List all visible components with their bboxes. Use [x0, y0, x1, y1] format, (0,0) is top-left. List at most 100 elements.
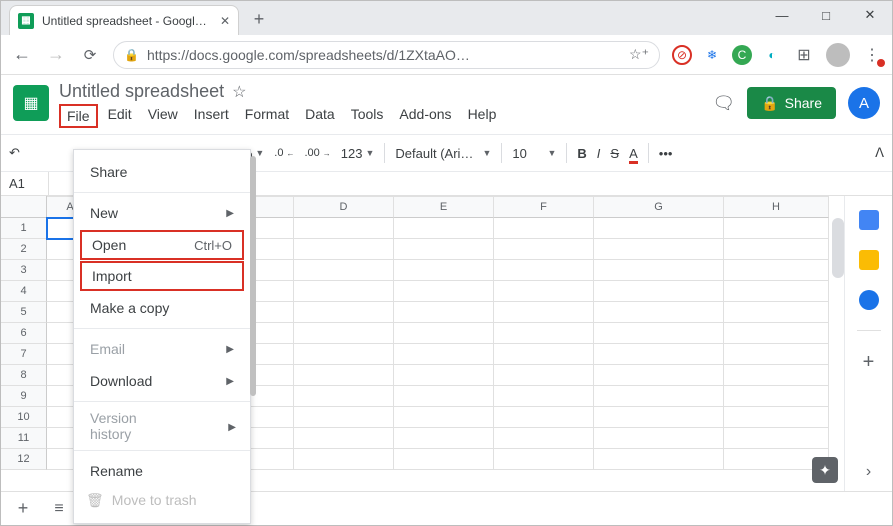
extension-icon-2[interactable]: ❄ — [702, 45, 722, 65]
cell[interactable] — [394, 407, 494, 428]
row-header[interactable]: 3 — [1, 260, 47, 281]
browser-tab[interactable]: ▦ Untitled spreadsheet - Google Sh ✕ — [9, 5, 239, 35]
menu-rename[interactable]: Rename — [74, 455, 250, 487]
bookmark-star-icon[interactable]: ☆⁺ — [629, 46, 649, 63]
cell[interactable] — [394, 386, 494, 407]
cell[interactable] — [724, 218, 829, 239]
cell[interactable] — [594, 260, 724, 281]
cell[interactable] — [394, 449, 494, 470]
decrease-decimal-button[interactable]: .0← — [274, 147, 294, 159]
doc-title[interactable]: Untitled spreadsheet — [59, 81, 224, 102]
cell[interactable] — [494, 323, 594, 344]
cell[interactable] — [394, 323, 494, 344]
cell[interactable] — [724, 323, 829, 344]
menu-view[interactable]: View — [142, 104, 184, 128]
menu-email[interactable]: Email▶ — [74, 333, 250, 365]
cell[interactable] — [294, 365, 394, 386]
cell[interactable] — [724, 428, 829, 449]
share-button[interactable]: 🔒 Share — [747, 87, 836, 119]
cell[interactable] — [594, 449, 724, 470]
add-addon-button[interactable]: + — [863, 351, 875, 374]
account-avatar[interactable]: A — [848, 87, 880, 119]
font-size-dropdown[interactable]: 10▼ — [512, 146, 556, 161]
undo-button[interactable]: ↶ — [9, 145, 20, 161]
menu-import[interactable]: Import — [80, 261, 244, 291]
increase-decimal-button[interactable]: .00→ — [304, 147, 330, 159]
back-button[interactable]: ← — [11, 44, 33, 65]
menu-format[interactable]: Format — [239, 104, 295, 128]
keep-icon[interactable] — [859, 250, 879, 270]
menu-edit[interactable]: Edit — [102, 104, 138, 128]
cell[interactable] — [594, 323, 724, 344]
cell[interactable] — [594, 386, 724, 407]
cell[interactable] — [394, 365, 494, 386]
tasks-icon[interactable] — [859, 290, 879, 310]
select-all-corner[interactable] — [1, 196, 47, 218]
cell[interactable] — [394, 239, 494, 260]
row-header[interactable]: 10 — [1, 407, 47, 428]
sheets-logo-icon[interactable]: ▦ — [13, 85, 49, 121]
hide-side-panel-icon[interactable]: › — [866, 463, 871, 481]
menu-open[interactable]: OpenCtrl+O — [80, 230, 244, 260]
cell[interactable] — [594, 344, 724, 365]
cell[interactable] — [394, 218, 494, 239]
column-header[interactable]: G — [594, 196, 724, 218]
cell[interactable] — [724, 407, 829, 428]
row-header[interactable]: 4 — [1, 281, 47, 302]
url-field[interactable]: 🔒 https://docs.google.com/spreadsheets/d… — [113, 41, 660, 69]
cell[interactable] — [294, 281, 394, 302]
row-header[interactable]: 5 — [1, 302, 47, 323]
text-color-button[interactable]: A — [629, 146, 638, 161]
menu-make-copy[interactable]: Make a copy — [74, 292, 250, 324]
close-tab-icon[interactable]: ✕ — [220, 14, 230, 28]
row-header[interactable]: 1 — [1, 218, 47, 239]
cell[interactable] — [594, 281, 724, 302]
column-header[interactable]: F — [494, 196, 594, 218]
cell[interactable] — [724, 239, 829, 260]
vertical-scrollbar[interactable] — [832, 218, 844, 278]
add-sheet-button[interactable]: + — [9, 495, 37, 523]
bold-button[interactable]: B — [577, 146, 586, 161]
cell[interactable] — [494, 281, 594, 302]
menu-tools[interactable]: Tools — [345, 104, 390, 128]
cell[interactable] — [494, 302, 594, 323]
cell[interactable] — [494, 218, 594, 239]
calendar-icon[interactable] — [859, 210, 879, 230]
extension-icon-4[interactable]: ◐ — [762, 45, 782, 65]
maximize-button[interactable]: □ — [804, 1, 848, 29]
cell[interactable] — [494, 239, 594, 260]
new-tab-button[interactable]: + — [245, 5, 273, 33]
toolbar-collapse-icon[interactable]: ᐱ — [875, 145, 884, 161]
star-icon[interactable]: ☆ — [232, 82, 246, 102]
cell[interactable] — [594, 407, 724, 428]
number-format-dropdown[interactable]: 123 ▼ — [341, 146, 375, 161]
toolbar-more-button[interactable]: ••• — [659, 146, 673, 161]
cell[interactable] — [394, 281, 494, 302]
menu-download[interactable]: Download▶ — [74, 365, 250, 397]
row-header[interactable]: 2 — [1, 239, 47, 260]
cell[interactable] — [594, 218, 724, 239]
cell[interactable] — [494, 386, 594, 407]
cell[interactable] — [394, 428, 494, 449]
cell[interactable] — [594, 302, 724, 323]
dropdown-scrollbar[interactable] — [250, 156, 256, 396]
cell[interactable] — [294, 407, 394, 428]
cell[interactable] — [494, 344, 594, 365]
extensions-menu-icon[interactable]: ⊞ — [794, 45, 814, 65]
column-header[interactable]: E — [394, 196, 494, 218]
close-window-button[interactable]: ✕ — [848, 1, 892, 29]
menu-help[interactable]: Help — [462, 104, 503, 128]
cell[interactable] — [394, 344, 494, 365]
menu-move-to-trash[interactable]: 🗑Move to trash — [74, 487, 250, 513]
cell[interactable] — [494, 449, 594, 470]
name-box[interactable]: A1 — [1, 172, 49, 195]
row-header[interactable]: 11 — [1, 428, 47, 449]
cell[interactable] — [594, 239, 724, 260]
cell[interactable] — [724, 365, 829, 386]
row-header[interactable]: 6 — [1, 323, 47, 344]
reload-button[interactable]: ⟳ — [79, 46, 101, 64]
cell[interactable] — [724, 302, 829, 323]
cell[interactable] — [394, 302, 494, 323]
explore-button[interactable]: ✦ — [812, 457, 838, 483]
cell[interactable] — [294, 239, 394, 260]
